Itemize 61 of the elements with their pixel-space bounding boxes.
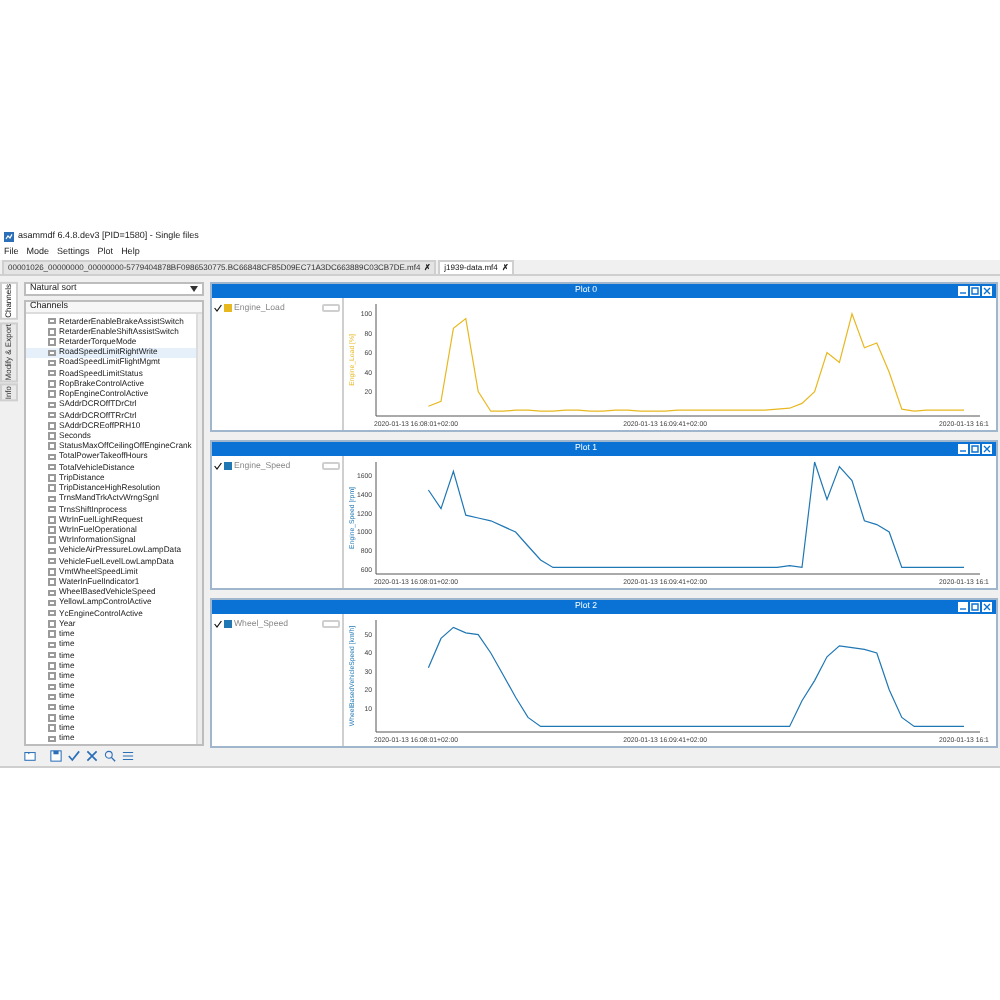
maximize-button[interactable]	[970, 602, 980, 612]
checkbox[interactable]	[48, 453, 55, 461]
checkbox[interactable]	[48, 474, 55, 482]
checkbox[interactable]	[48, 484, 55, 492]
checkbox[interactable]	[48, 495, 55, 503]
checkbox[interactable]	[48, 328, 55, 336]
checkbox[interactable]	[48, 714, 55, 722]
checkbox[interactable]	[48, 735, 55, 743]
maximize-button[interactable]	[970, 286, 980, 296]
checkbox[interactable]	[48, 672, 55, 680]
checkbox[interactable]	[48, 578, 55, 586]
checkbox[interactable]	[48, 359, 55, 367]
checkbox[interactable]	[48, 380, 55, 388]
minimize-button[interactable]	[958, 602, 968, 612]
search-icon[interactable]	[104, 750, 116, 762]
checkbox[interactable]	[48, 557, 55, 565]
checkbox[interactable]	[48, 317, 55, 325]
checkbox[interactable]	[48, 630, 55, 638]
checkbox[interactable]	[48, 568, 55, 576]
save-icon[interactable]	[50, 750, 62, 762]
checkbox[interactable]	[48, 620, 55, 628]
checkbox[interactable]	[48, 526, 55, 534]
checkbox[interactable]	[48, 463, 55, 471]
checkbox[interactable]	[48, 390, 55, 398]
list-icon[interactable]	[122, 750, 134, 762]
cross-icon[interactable]	[86, 750, 98, 762]
checkbox[interactable]	[48, 693, 55, 701]
checkbox[interactable]	[48, 724, 55, 732]
checkbox[interactable]	[48, 536, 55, 544]
legend-checkbox[interactable]	[214, 304, 222, 312]
checkbox[interactable]	[48, 703, 55, 711]
maximize-button[interactable]	[970, 444, 980, 454]
checkbox[interactable]	[48, 338, 55, 346]
minimize-button[interactable]	[958, 444, 968, 454]
checkbox[interactable]	[48, 683, 55, 691]
checkbox[interactable]	[48, 411, 55, 419]
checkbox[interactable]	[48, 609, 55, 617]
checkbox[interactable]	[48, 641, 55, 649]
close-button[interactable]	[982, 444, 992, 454]
legend-checkbox[interactable]	[214, 620, 222, 628]
close-button[interactable]	[982, 602, 992, 612]
checkbox[interactable]	[48, 516, 55, 524]
minimize-button[interactable]	[958, 286, 968, 296]
checkbox[interactable]	[48, 589, 55, 597]
checkbox[interactable]	[48, 349, 55, 357]
close-button[interactable]	[982, 286, 992, 296]
checkbox[interactable]	[48, 401, 55, 409]
scrollbar[interactable]	[196, 314, 202, 744]
checkbox[interactable]	[48, 432, 55, 440]
checkbox[interactable]	[48, 599, 55, 607]
folder-icon[interactable]	[24, 750, 36, 762]
checkbox[interactable]	[48, 651, 55, 659]
checkbox[interactable]	[48, 547, 55, 555]
checkbox[interactable]	[48, 369, 55, 377]
legend-checkbox[interactable]	[214, 462, 222, 470]
checkbox[interactable]	[48, 662, 55, 670]
caret-icon	[190, 286, 198, 292]
checkbox[interactable]	[48, 442, 55, 450]
checkmark-icon[interactable]	[68, 750, 80, 762]
checkbox[interactable]	[48, 505, 55, 513]
checkbox[interactable]	[48, 422, 55, 430]
